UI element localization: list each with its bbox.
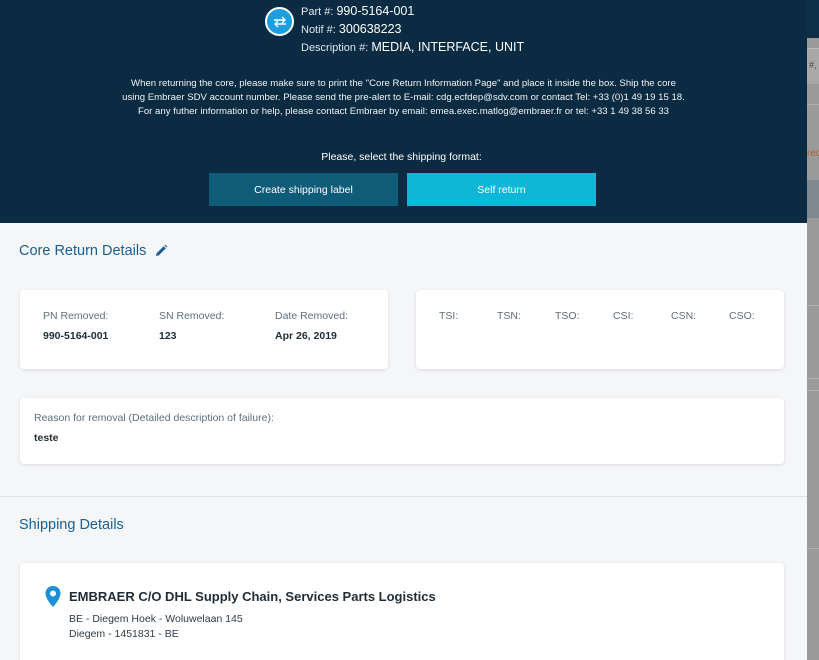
shipping-section-title: Shipping Details — [19, 517, 124, 533]
instruction-line: using Embraer SDV account number. Please… — [122, 92, 685, 103]
cso-label: CSO: — [729, 310, 755, 322]
address-line: Diegem - 1451831 - BE — [69, 628, 179, 640]
instruction-line: When returning the core, please make sur… — [131, 78, 676, 89]
background-divider — [807, 305, 819, 306]
modal-header: Part #: 990-5164-001 Notif #: 300638223 … — [0, 0, 807, 223]
description-label: Description #: — [301, 42, 369, 54]
background-divider — [807, 390, 819, 391]
sn-removed-value: 123 — [159, 330, 177, 342]
sn-removed-field: SN Removed: 123 — [159, 310, 224, 342]
pn-removed-value: 990-5164-001 — [43, 330, 109, 342]
map-pin-icon — [44, 585, 62, 609]
background-page: #, rec — [807, 0, 819, 660]
shipping-company: EMBRAER C/O DHL Supply Chain, Services P… — [69, 589, 436, 604]
tsi-label: TSI: — [439, 310, 459, 322]
swap-arrows-icon — [265, 7, 294, 36]
part-info: Part #: 990-5164-001 Notif #: 300638223 … — [301, 3, 524, 57]
background-divider — [807, 548, 819, 549]
description-value: MEDIA, INTERFACE, UNIT — [371, 40, 525, 54]
core-return-section-title: Core Return Details — [19, 243, 168, 259]
instruction-line: For any futher information or help, plea… — [137, 106, 669, 117]
date-removed-field: Date Removed: Apr 26, 2019 — [275, 310, 348, 342]
background-divider — [807, 378, 819, 379]
notif-number: 300638223 — [338, 22, 402, 36]
date-removed-label: Date Removed: — [275, 310, 348, 322]
background-divider — [807, 104, 819, 105]
pn-removed-label: PN Removed: — [43, 310, 109, 322]
background-row — [807, 180, 819, 218]
notif-label: Notif #: — [301, 24, 336, 36]
self-return-button[interactable]: Self return — [407, 173, 596, 206]
address-line: BE - Diegem Hoek - Woluwelaan 145 — [69, 613, 243, 625]
tsn-label: TSN: — [497, 310, 521, 322]
removal-info-card: PN Removed: 990-5164-001 SN Removed: 123… — [20, 290, 388, 369]
time-cycle-card: TSI: TSN: TSO: CSI: CSN: CSO: — [416, 290, 784, 369]
sn-removed-label: SN Removed: — [159, 310, 225, 322]
core-return-modal: Part #: 990-5164-001 Notif #: 300638223 … — [0, 0, 807, 660]
reason-card: Reason for removal (Detailed description… — [20, 398, 784, 464]
reason-label: Reason for removal (Detailed description… — [34, 412, 274, 424]
part-number: 990-5164-001 — [336, 4, 415, 18]
shipping-address-card — [20, 563, 784, 660]
reason-field: Reason for removal (Detailed description… — [34, 412, 274, 444]
core-return-title: Core Return Details — [19, 243, 147, 259]
shipping-title: Shipping Details — [19, 517, 124, 533]
csi-label: CSI: — [613, 310, 634, 322]
section-divider — [0, 496, 807, 497]
background-partial-link: rec — [807, 148, 819, 159]
pn-removed-field: PN Removed: 990-5164-001 — [43, 310, 108, 342]
background-header — [807, 0, 819, 38]
shipping-format-prompt: Please, select the shipping format: — [321, 151, 482, 163]
create-shipping-label-button[interactable]: Create shipping label — [209, 173, 398, 206]
pencil-icon[interactable] — [154, 244, 168, 258]
part-label: Part #: — [301, 6, 334, 18]
return-instructions: When returning the core, please make sur… — [20, 77, 787, 119]
tso-label: TSO: — [555, 310, 580, 322]
csn-label: CSN: — [671, 310, 697, 322]
date-removed-value: Apr 26, 2019 — [275, 330, 337, 342]
background-partial-text: #, — [809, 60, 817, 70]
reason-value: teste — [34, 432, 59, 444]
